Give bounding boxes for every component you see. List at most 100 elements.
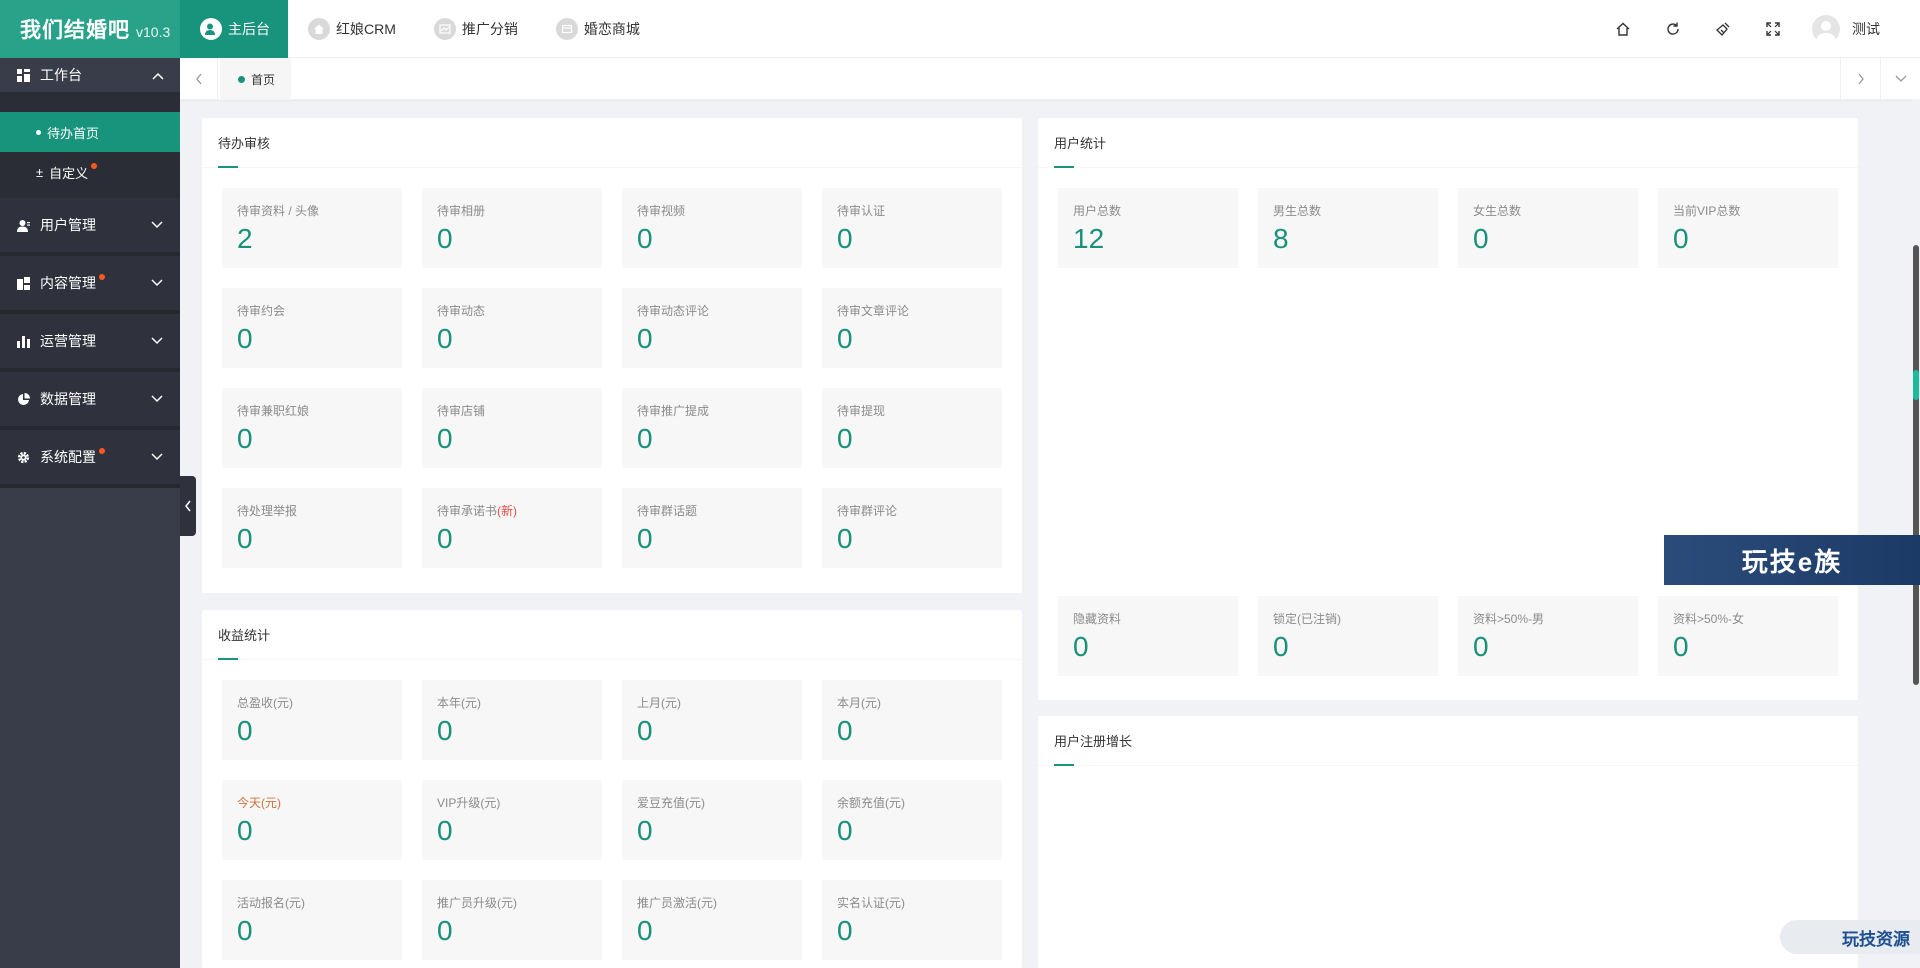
app-logo[interactable]: 我们结婚吧 v10.3 bbox=[0, 0, 180, 58]
stat-tile[interactable]: 待审资料 / 头像 2 bbox=[222, 188, 402, 268]
chevron-down-icon bbox=[150, 218, 164, 232]
home-icon bbox=[1616, 22, 1630, 36]
notification-dot bbox=[99, 448, 105, 454]
tab-scroll-left-button[interactable] bbox=[180, 58, 218, 100]
topnav-promotion[interactable]: 推广分销 bbox=[414, 0, 536, 58]
stat-tile[interactable]: 待审店铺 0 bbox=[422, 388, 602, 468]
stat-tile[interactable]: 待审相册 0 bbox=[422, 188, 602, 268]
stat-tile[interactable]: 待审承诺书(新) 0 bbox=[422, 488, 602, 568]
stat-tile[interactable]: 待审动态评论 0 bbox=[622, 288, 802, 368]
stat-tile[interactable]: VIP升级(元) 0 bbox=[422, 780, 602, 860]
stat-tile[interactable]: 待审视频 0 bbox=[622, 188, 802, 268]
stat-value: 0 bbox=[637, 423, 653, 454]
stat-tile[interactable]: 用户总数 12 bbox=[1058, 188, 1238, 268]
sidebar-item-operations-management[interactable]: 运营管理 bbox=[0, 314, 180, 372]
topnav-matchmaker-crm[interactable]: 红娘CRM bbox=[288, 0, 414, 58]
stat-tile[interactable]: 总盈收(元) 0 bbox=[222, 680, 402, 760]
stat-tile[interactable]: 余额充值(元) 0 bbox=[822, 780, 1002, 860]
stat-tile[interactable]: 待审群评论 0 bbox=[822, 488, 1002, 568]
stat-value: 0 bbox=[1473, 223, 1489, 254]
tab-options-button[interactable] bbox=[1880, 58, 1920, 100]
stat-label: 女生总数 bbox=[1473, 204, 1522, 218]
stat-tile[interactable]: 待审提现 0 bbox=[822, 388, 1002, 468]
stat-tile[interactable]: 待审认证 0 bbox=[822, 188, 1002, 268]
register-growth-card: 用户注册增长 bbox=[1038, 716, 1858, 968]
sidebar-collapse-button[interactable] bbox=[180, 476, 196, 536]
stat-tile[interactable]: 推广员升级(元) 0 bbox=[422, 880, 602, 960]
stat-value: 0 bbox=[437, 815, 453, 846]
stat-tile[interactable]: 当前VIP总数 0 bbox=[1658, 188, 1838, 268]
stat-tile[interactable]: 今天(元) 0 bbox=[222, 780, 402, 860]
sidebar-item-custom[interactable]: ± 自定义 bbox=[0, 152, 180, 192]
stat-value: 0 bbox=[837, 715, 853, 746]
stat-tile[interactable]: 上月(元) 0 bbox=[622, 680, 802, 760]
sidebar-item-workbench[interactable]: 工作台 bbox=[0, 58, 180, 92]
bullet-icon bbox=[36, 129, 41, 135]
stat-label: 隐藏资料 bbox=[1073, 612, 1122, 626]
sidebar-item-todo-home[interactable]: 待办首页 bbox=[0, 112, 180, 152]
clear-cache-button[interactable] bbox=[1698, 0, 1748, 58]
stat-tile[interactable]: 本月(元) 0 bbox=[822, 680, 1002, 760]
stat-tile[interactable]: 资料>50%-女 0 bbox=[1658, 596, 1838, 676]
shop-circle-icon bbox=[555, 18, 578, 40]
topnav-main-admin[interactable]: 主后台 bbox=[180, 0, 288, 58]
watermark-badge: 玩技资源 bbox=[1780, 920, 1920, 954]
stat-label: 男生总数 bbox=[1273, 204, 1322, 218]
stat-label: 推广员升级(元) bbox=[437, 896, 517, 910]
home-button[interactable] bbox=[1598, 0, 1648, 58]
sidebar-item-content-management[interactable]: 内容管理 bbox=[0, 256, 180, 314]
stat-label: 爱豆充值(元) bbox=[637, 796, 705, 810]
stat-tile[interactable]: 待审兼职红娘 0 bbox=[222, 388, 402, 468]
fullscreen-button[interactable] bbox=[1748, 0, 1798, 58]
stat-tile[interactable]: 本年(元) 0 bbox=[422, 680, 602, 760]
sidebar-item-system-config[interactable]: 系统配置 bbox=[0, 430, 180, 488]
stat-tile[interactable]: 待审文章评论 0 bbox=[822, 288, 1002, 368]
stat-label: 待审承诺书(新) bbox=[437, 502, 587, 518]
username[interactable]: 测试 bbox=[1852, 19, 1880, 39]
stat-tile[interactable]: 待审约会 0 bbox=[222, 288, 402, 368]
stat-tile[interactable]: 活动报名(元) 0 bbox=[222, 880, 402, 960]
scrollbar-thumb[interactable] bbox=[1913, 245, 1919, 685]
stat-tile[interactable]: 资料>50%-男 0 bbox=[1458, 596, 1638, 676]
stat-value: 0 bbox=[437, 423, 453, 454]
stat-label: 用户总数 bbox=[1073, 204, 1122, 218]
stat-tile[interactable]: 爱豆充值(元) 0 bbox=[622, 780, 802, 860]
notification-dot bbox=[99, 274, 105, 280]
home-circle-icon bbox=[308, 18, 330, 40]
tab-home[interactable]: 首页 bbox=[220, 58, 292, 100]
stat-label: 待审兼职红娘 bbox=[237, 404, 310, 418]
stat-tile[interactable]: 待审群话题 0 bbox=[622, 488, 802, 568]
topnav-mall[interactable]: 婚恋商城 bbox=[536, 0, 658, 58]
sidebar-item-data-management[interactable]: 数据管理 bbox=[0, 372, 180, 430]
stat-label: 实名认证(元) bbox=[837, 896, 905, 910]
avatar[interactable] bbox=[1812, 15, 1840, 43]
app-name: 我们结婚吧 bbox=[20, 19, 130, 42]
stat-tile[interactable]: 待审动态 0 bbox=[422, 288, 602, 368]
card-title: 用户统计 bbox=[1038, 118, 1858, 168]
chevron-left-icon bbox=[195, 73, 202, 85]
stat-tile[interactable]: 待审推广提成 0 bbox=[622, 388, 802, 468]
stat-label: 活动报名(元) bbox=[237, 896, 305, 910]
stat-label: VIP升级(元) bbox=[437, 796, 501, 810]
user-stats-bottom-grid: 隐藏资料 0 锁定(已注销) 0 资料>50%-男 0 资料>50%-女 0 bbox=[1058, 596, 1838, 676]
stat-tile[interactable]: 女生总数 0 bbox=[1458, 188, 1638, 268]
sidebar-item-user-management[interactable]: 用户管理 bbox=[0, 198, 180, 256]
tab-scroll-right-button[interactable] bbox=[1840, 58, 1880, 100]
stat-label: 待审认证 bbox=[837, 204, 886, 218]
stat-label: 待审提现 bbox=[837, 404, 886, 418]
stat-tile[interactable]: 男生总数 8 bbox=[1258, 188, 1438, 268]
refresh-button[interactable] bbox=[1648, 0, 1698, 58]
stat-value: 0 bbox=[837, 523, 853, 554]
stat-value: 2 bbox=[237, 223, 253, 254]
stat-tile[interactable]: 实名认证(元) 0 bbox=[822, 880, 1002, 960]
page-scrollbar[interactable] bbox=[1912, 100, 1920, 968]
stat-tile[interactable]: 推广员激活(元) 0 bbox=[622, 880, 802, 960]
sidebar-item-label: 系统配置 bbox=[40, 449, 96, 465]
sidebar-workbench: 工作台 待办首页 ± 自定义 bbox=[0, 58, 180, 202]
stat-tile[interactable]: 锁定(已注销) 0 bbox=[1258, 596, 1438, 676]
stat-value: 0 bbox=[1273, 631, 1289, 662]
stat-value: 0 bbox=[237, 423, 253, 454]
stat-tile[interactable]: 隐藏资料 0 bbox=[1058, 596, 1238, 676]
stat-label: 本年(元) bbox=[437, 696, 481, 710]
stat-tile[interactable]: 待处理举报 0 bbox=[222, 488, 402, 568]
